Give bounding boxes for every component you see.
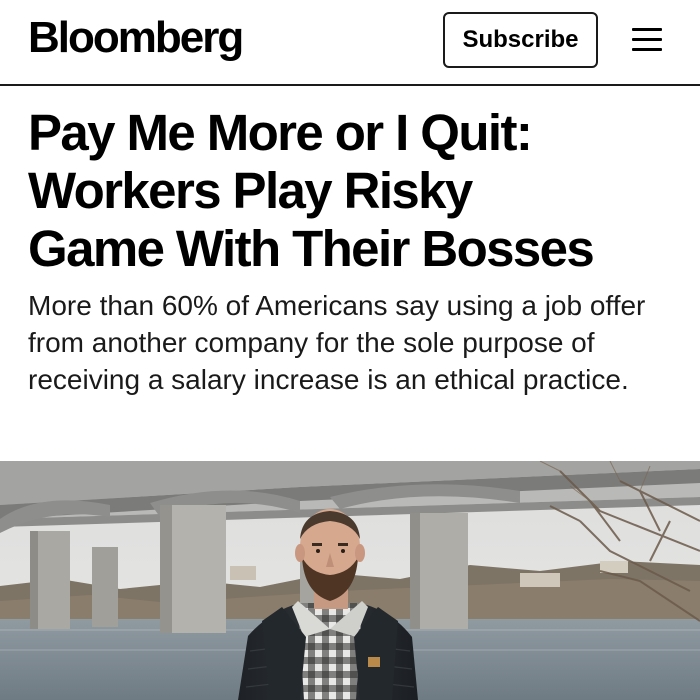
hero-photo[interactable] <box>0 461 700 700</box>
hamburger-menu-icon[interactable] <box>632 26 662 54</box>
menu-bar <box>632 28 662 31</box>
headline-line: Workers Play Risky <box>28 162 473 219</box>
article-dek: More than 60% of Americans say using a j… <box>28 290 646 395</box>
headline-line: Pay Me More or I Quit: <box>28 104 533 161</box>
article-headline[interactable]: Pay Me More or I Quit: Workers Play Risk… <box>28 104 688 278</box>
menu-bar <box>632 48 662 51</box>
subscribe-button[interactable]: Subscribe <box>443 12 598 68</box>
menu-bar <box>632 38 662 41</box>
site-header: Bloomberg Subscribe <box>0 0 700 86</box>
hero-photo-illustration <box>0 461 700 700</box>
bloomberg-logo[interactable]: Bloomberg <box>28 10 244 66</box>
headline-line: Game With Their Bosses <box>28 220 595 277</box>
